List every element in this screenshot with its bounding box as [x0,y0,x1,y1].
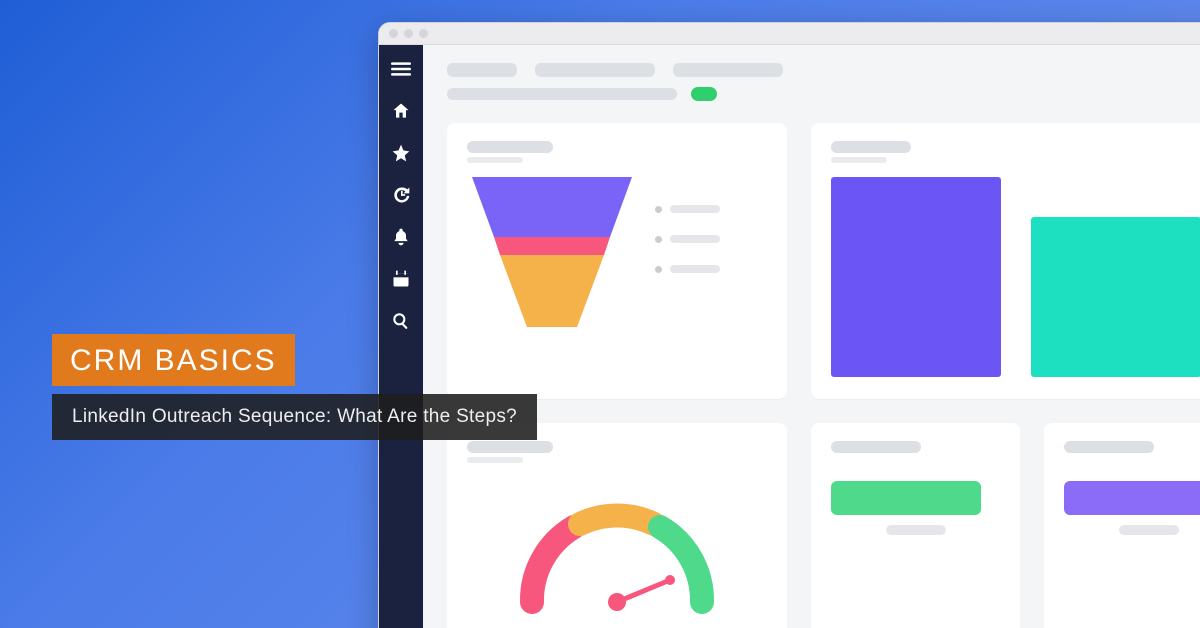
search-icon[interactable] [391,311,411,331]
gauge-card [447,423,787,628]
mini-sub [1119,525,1179,535]
breadcrumb [447,63,1200,77]
card-title [831,441,921,453]
breadcrumb-item [535,63,655,77]
mini-bar [831,481,981,515]
mini-bar [1064,481,1200,515]
bell-icon[interactable] [391,227,411,247]
funnel-chart [467,177,637,327]
status-badge [691,87,717,101]
card-title [467,141,553,153]
traffic-light-max[interactable] [419,29,428,38]
legend-item [655,235,720,243]
breadcrumb-item [673,63,783,77]
status-row [447,87,1200,101]
sidebar [379,45,423,628]
status-text [447,88,677,100]
article-title: LinkedIn Outreach Sequence: What Are the… [52,394,537,440]
home-icon[interactable] [391,101,411,121]
blocks-card [811,123,1200,399]
mini-card-green [811,423,1020,628]
traffic-light-min[interactable] [404,29,413,38]
calendar-icon[interactable] [391,269,411,289]
block-a [831,177,1001,377]
funnel-legend [655,205,720,273]
mini-card-purple [1044,423,1200,628]
mini-sub [886,525,946,535]
card-subtitle [467,157,523,163]
star-icon[interactable] [391,143,411,163]
history-icon[interactable] [391,185,411,205]
block-b [1031,217,1200,377]
category-tag: CRM BASICS [52,334,295,386]
card-title [831,141,911,153]
gauge-chart [502,477,732,627]
app-window [378,22,1200,628]
legend-item [655,205,720,213]
card-title [467,441,553,453]
window-titlebar [379,23,1200,45]
hero-stage: CRM BASICS LinkedIn Outreach Sequence: W… [0,0,1200,628]
blocks-chart [831,177,1200,377]
traffic-light-close[interactable] [389,29,398,38]
legend-item [655,265,720,273]
card-subtitle [467,457,523,463]
card-title [1064,441,1154,453]
menu-icon[interactable] [391,59,411,79]
main-content [423,45,1200,628]
funnel-card [447,123,787,399]
card-subtitle [831,157,887,163]
breadcrumb-item [447,63,517,77]
